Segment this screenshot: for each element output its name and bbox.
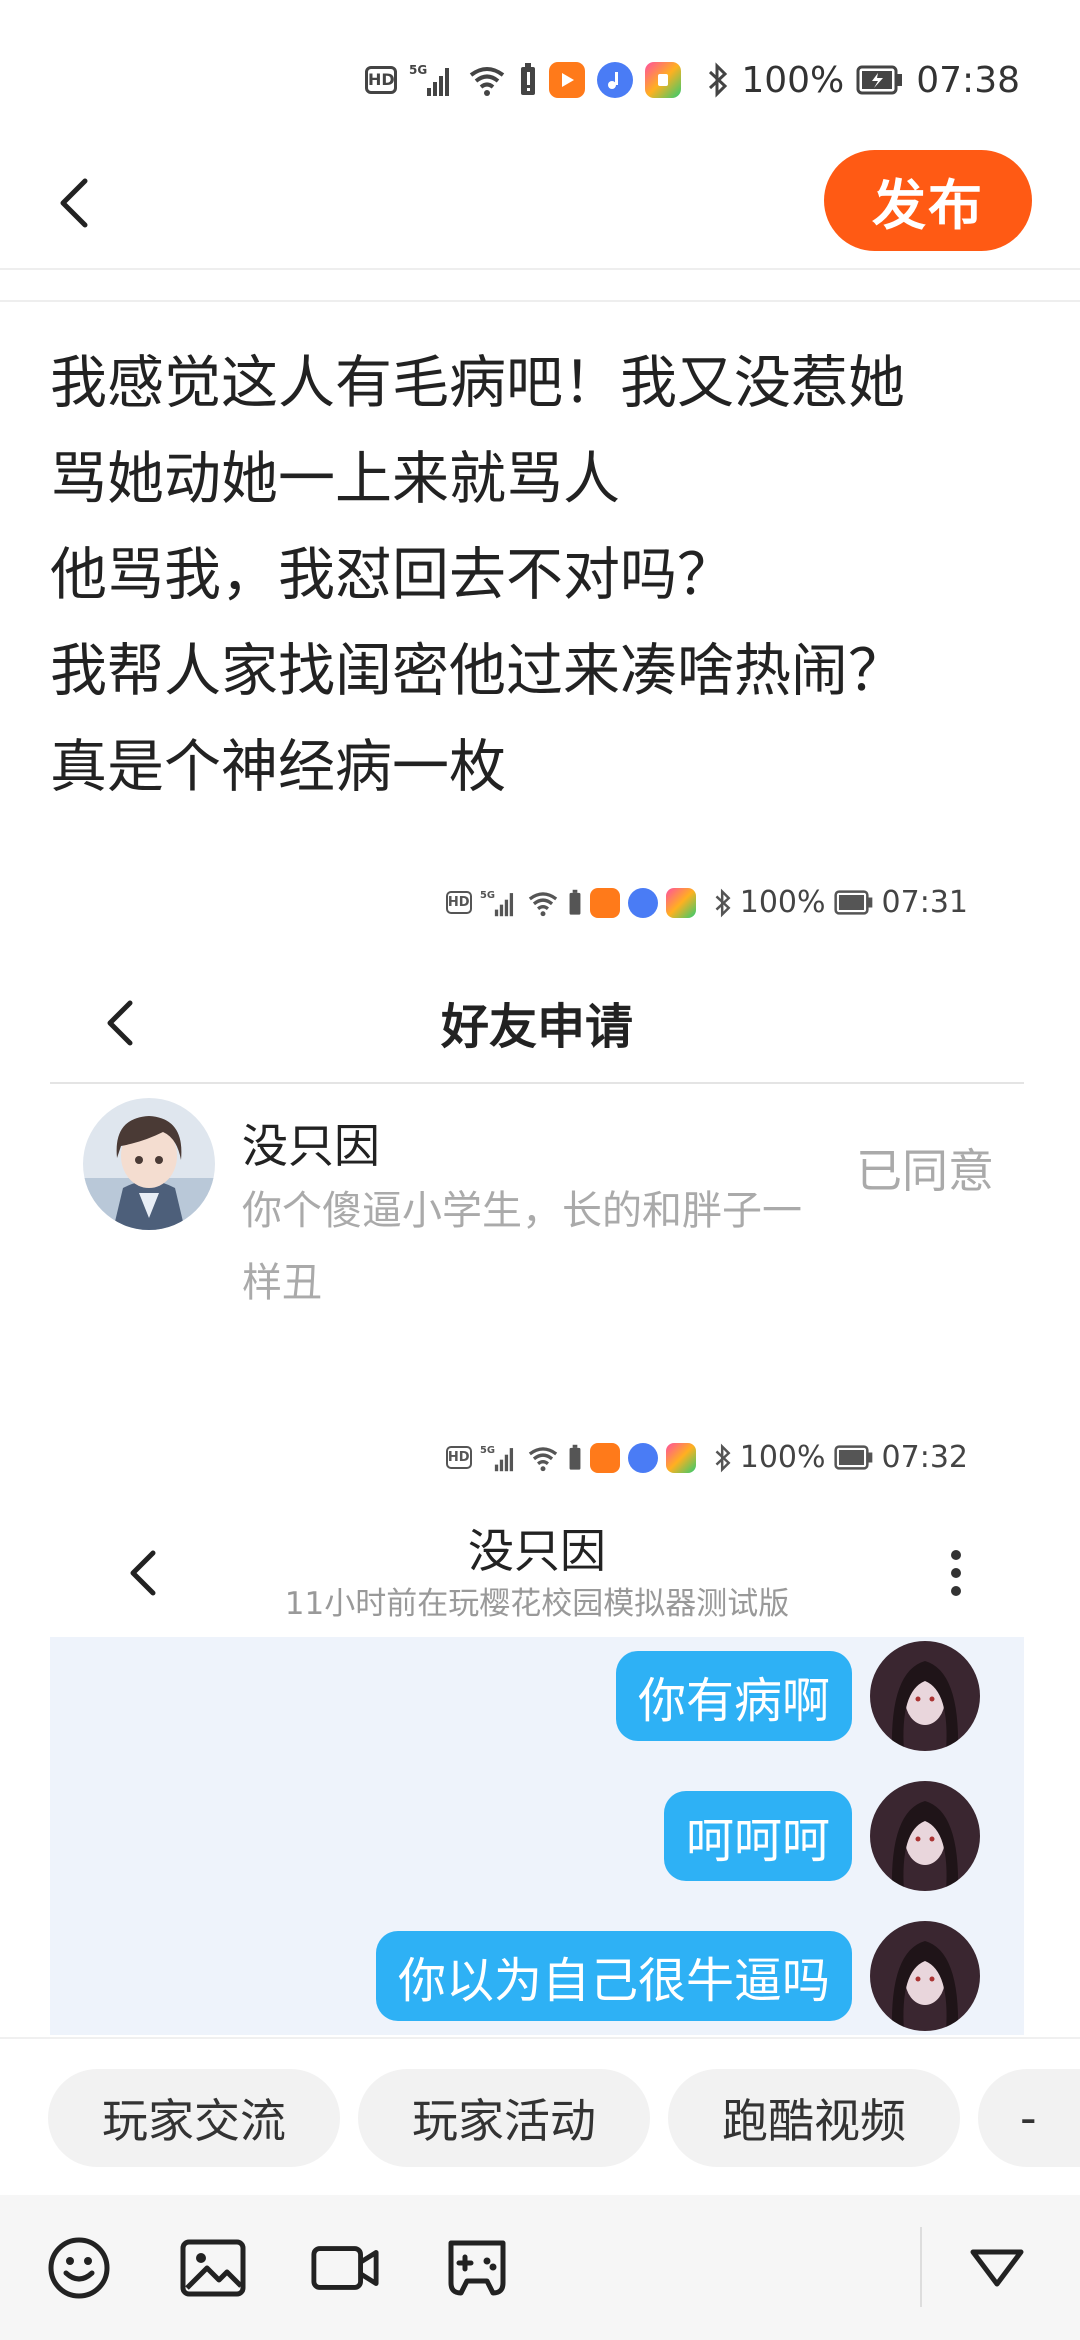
svg-text:5G: 5G [480,890,495,901]
music-app-icon [627,887,658,918]
alert-battery-icon [569,889,581,915]
store-app-icon [645,62,682,98]
collapse-button[interactable] [962,2233,1032,2303]
post-body-text[interactable]: 我感觉这人有毛病吧！我又没惹她 骂她动她一上来就骂人 他骂我，我怼回去不对吗？ … [50,335,1040,815]
video-app-icon [549,62,586,98]
image-button[interactable] [178,2233,248,2303]
publish-button[interactable]: 发布 [824,150,1032,251]
video-app-icon [589,887,620,918]
chat-contact-status: 11小时前在玩樱花校园模拟器测试版 [284,1586,790,1622]
sender-avatar [870,1781,980,1891]
wifi-icon [528,891,557,916]
attached-screenshot-friend-request[interactable]: HD 5G 100% 07:31 好友申请 没只因 你个傻逼小学生，长的和胖子一… [50,860,1024,1330]
back-button[interactable] [40,165,110,240]
friend-request-header: 好友申请 [50,960,1024,1084]
post-line: 我帮人家找闺密他过来凑啥热闹？ [50,638,905,704]
hd-icon: HD [445,891,472,914]
battery-percent: 100% [739,1440,826,1475]
collapse-triangle-icon [970,2249,1024,2287]
tag-more[interactable]: - [978,2069,1080,2167]
emoji-button[interactable] [44,2233,114,2303]
clock: 07:38 [916,59,1020,101]
chat-header: 没只因 11小时前在玩樱花校园模拟器测试版 [50,1515,1024,1635]
request-status-badge: 已同意 [856,1144,994,1198]
clock: 07:31 [881,885,968,920]
post-line: 我感觉这人有毛病吧！我又没惹她 [50,350,905,416]
alert-battery-icon [519,63,537,97]
status-bar: HD 5G 100% 07:38 [0,0,1080,135]
bluetooth-icon [715,1443,731,1472]
video-app-icon [589,1442,620,1473]
battery-charging-icon [856,65,904,95]
chat-message-list: 你有病啊 呵呵呵 你以为自己很牛逼吗 [50,1637,1024,2035]
alert-battery-icon [569,1444,581,1470]
toolbar-divider [920,2227,922,2307]
store-app-icon [665,1442,696,1473]
post-line: 真是个神经病一枚 [50,734,506,800]
screenshot-status-bar: HD 5G 100% 07:32 [445,1440,968,1475]
sender-avatar [870,1921,980,2031]
music-app-icon [627,1442,658,1473]
battery-percent: 100% [739,885,826,920]
chat-bubble: 呵呵呵 [663,1791,852,1881]
video-button[interactable] [310,2233,380,2303]
svg-text:5G: 5G [480,1445,495,1456]
battery-charging-icon [833,1445,872,1470]
signal-icon: 5G [480,890,513,916]
game-button[interactable] [442,2233,512,2303]
chat-bubble: 你有病啊 [615,1651,852,1741]
topic-tag-bar: 玩家交流 玩家活动 跑酷视频 - [0,2037,1080,2195]
back-arrow-icon [130,1550,156,1596]
requester-name: 没只因 [242,1119,380,1173]
tag-player-chat[interactable]: 玩家交流 [48,2069,340,2167]
store-app-icon [665,887,696,918]
video-icon [311,2246,379,2290]
back-arrow-icon [107,1000,133,1046]
bluetooth-icon [707,62,729,98]
status-icons: HD 5G 100% 07:38 [365,52,1020,108]
svg-text:5G: 5G [409,63,427,77]
wifi-icon [528,1446,557,1471]
signal-icon: 5G [409,62,455,98]
compose-toolbar [0,2195,1080,2340]
post-line: 骂她动她一上来就骂人 [50,446,620,512]
sender-avatar [870,1641,980,1751]
request-message: 你个傻逼小学生，长的和胖子一样丑 [242,1188,802,1306]
gamepad-icon [448,2240,506,2296]
hd-icon: HD [445,1446,472,1469]
image-icon [180,2239,246,2297]
requester-avatar [83,1098,215,1230]
tag-parkour-videos[interactable]: 跑酷视频 [668,2069,960,2167]
chat-bubble: 你以为自己很牛逼吗 [375,1931,852,2021]
music-app-icon [597,62,634,98]
hd-icon: HD [365,66,398,94]
back-arrow-icon [60,178,88,227]
post-line: 他骂我，我怼回去不对吗？ [50,542,734,608]
editor-header: 发布 [0,135,1080,270]
battery-percent: 100% [741,59,845,101]
emoji-icon [48,2237,110,2299]
divider [0,272,1080,302]
tag-player-events[interactable]: 玩家活动 [358,2069,650,2167]
more-vertical-icon [951,1550,961,1596]
attached-screenshot-chat[interactable]: HD 5G 100% 07:32 没只因 11小时前在玩樱花校园模拟器测试版 你… [50,1415,1024,2035]
bluetooth-icon [715,888,731,917]
friend-request-title: 好友申请 [440,999,633,1055]
chat-contact-name: 没只因 [468,1524,606,1578]
battery-charging-icon [833,890,872,915]
screenshot-status-bar: HD 5G 100% 07:31 [445,885,968,920]
wifi-icon [467,63,507,97]
clock: 07:32 [881,1440,968,1475]
signal-icon: 5G [480,1445,513,1471]
